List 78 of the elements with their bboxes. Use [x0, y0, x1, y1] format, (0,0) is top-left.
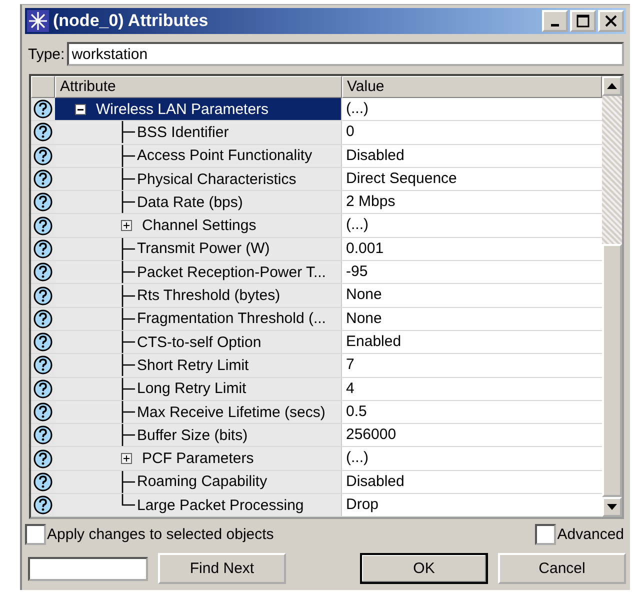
tree-line: [121, 261, 135, 284]
help-icon[interactable]: [33, 192, 53, 212]
value-cell[interactable]: (...): [342, 447, 602, 470]
type-label: Type:: [28, 46, 65, 62]
help-icon[interactable]: [33, 308, 53, 329]
value-cell[interactable]: (...): [342, 214, 602, 237]
checkbox-label[interactable]: Apply changes to selected objects: [47, 526, 274, 544]
value-cell[interactable]: 0.5: [342, 400, 602, 424]
scroll-up-button[interactable]: [602, 76, 622, 96]
up-arrow-icon: [606, 82, 618, 90]
expand-icon[interactable]: [121, 453, 132, 464]
down-arrow-icon: [606, 503, 618, 512]
window-title: (node_0) Attributes: [53, 11, 210, 31]
scroll-thumb[interactable]: [602, 244, 622, 498]
value-cell[interactable]: Direct Sequence: [342, 168, 602, 190]
help-icon[interactable]: [33, 262, 53, 282]
value-cell[interactable]: Disabled: [342, 470, 602, 494]
help-icon[interactable]: [33, 99, 53, 120]
scroll-bar[interactable]: [602, 76, 622, 518]
value-cell[interactable]: -95: [342, 261, 602, 284]
help-icon[interactable]: [33, 238, 53, 259]
help-icon[interactable]: [33, 146, 53, 166]
help-icon[interactable]: [33, 495, 53, 516]
help-icon[interactable]: [33, 378, 53, 399]
column-header[interactable]: Attribute: [55, 76, 342, 98]
tree-line: [121, 331, 135, 354]
star-icon: [27, 10, 49, 32]
close-icon: [604, 14, 618, 28]
expand-icon[interactable]: [121, 220, 132, 232]
value-cell[interactable]: 4: [342, 378, 602, 400]
help-icon[interactable]: [33, 472, 53, 492]
help-icon[interactable]: [33, 402, 53, 422]
checkbox[interactable]: [25, 524, 46, 546]
help-icon[interactable]: [33, 448, 53, 469]
tree-line: [121, 144, 135, 167]
column-header[interactable]: Value: [342, 76, 602, 98]
help-icon[interactable]: [33, 286, 53, 306]
value-cell[interactable]: 256000: [342, 424, 602, 446]
search-field[interactable]: [28, 556, 148, 581]
tree-line: [121, 354, 135, 376]
value-cell[interactable]: None: [342, 308, 602, 330]
help-icon[interactable]: [33, 122, 53, 142]
help-icon[interactable]: [33, 332, 53, 352]
collapse-icon[interactable]: [75, 104, 86, 115]
value-cell[interactable]: 2 Mbps: [342, 191, 602, 214]
value-cell[interactable]: None: [342, 284, 602, 307]
tree-line: [121, 401, 135, 423]
scroll-down-button[interactable]: [602, 497, 622, 518]
tree-line: [121, 238, 135, 260]
value-cell[interactable]: 0: [342, 121, 602, 144]
checkbox-label[interactable]: Advanced: [557, 526, 624, 544]
tree-line: [121, 424, 135, 446]
value-cell[interactable]: Drop: [342, 494, 602, 516]
find-next-button[interactable]: Find Next: [158, 553, 286, 584]
type-field[interactable]: workstation: [66, 42, 624, 66]
minimize-icon: [551, 24, 559, 26]
close-button[interactable]: [598, 10, 624, 32]
tree-line: [121, 284, 135, 307]
ok-button[interactable]: OK: [360, 553, 488, 584]
maximize-button[interactable]: [570, 10, 596, 32]
tree-line: [121, 378, 135, 400]
tree-line: [121, 121, 135, 144]
help-icon[interactable]: [33, 169, 53, 190]
value-cell[interactable]: Disabled: [342, 144, 602, 167]
tree-line: [121, 168, 135, 190]
maximize-icon: [576, 14, 590, 28]
tree-line: [121, 308, 135, 330]
help-icon[interactable]: [33, 355, 53, 376]
checkbox[interactable]: [535, 524, 556, 546]
value-cell[interactable]: Enabled: [342, 330, 602, 354]
value-cell[interactable]: 0.001: [342, 238, 602, 260]
help-icon[interactable]: [33, 425, 53, 446]
minimize-button[interactable]: [542, 10, 568, 32]
cancel-button[interactable]: Cancel: [498, 553, 626, 584]
value-cell[interactable]: (...): [342, 98, 602, 120]
tree-line: [121, 191, 135, 214]
help-icon[interactable]: [33, 216, 53, 236]
value-cell[interactable]: 7: [342, 354, 602, 377]
